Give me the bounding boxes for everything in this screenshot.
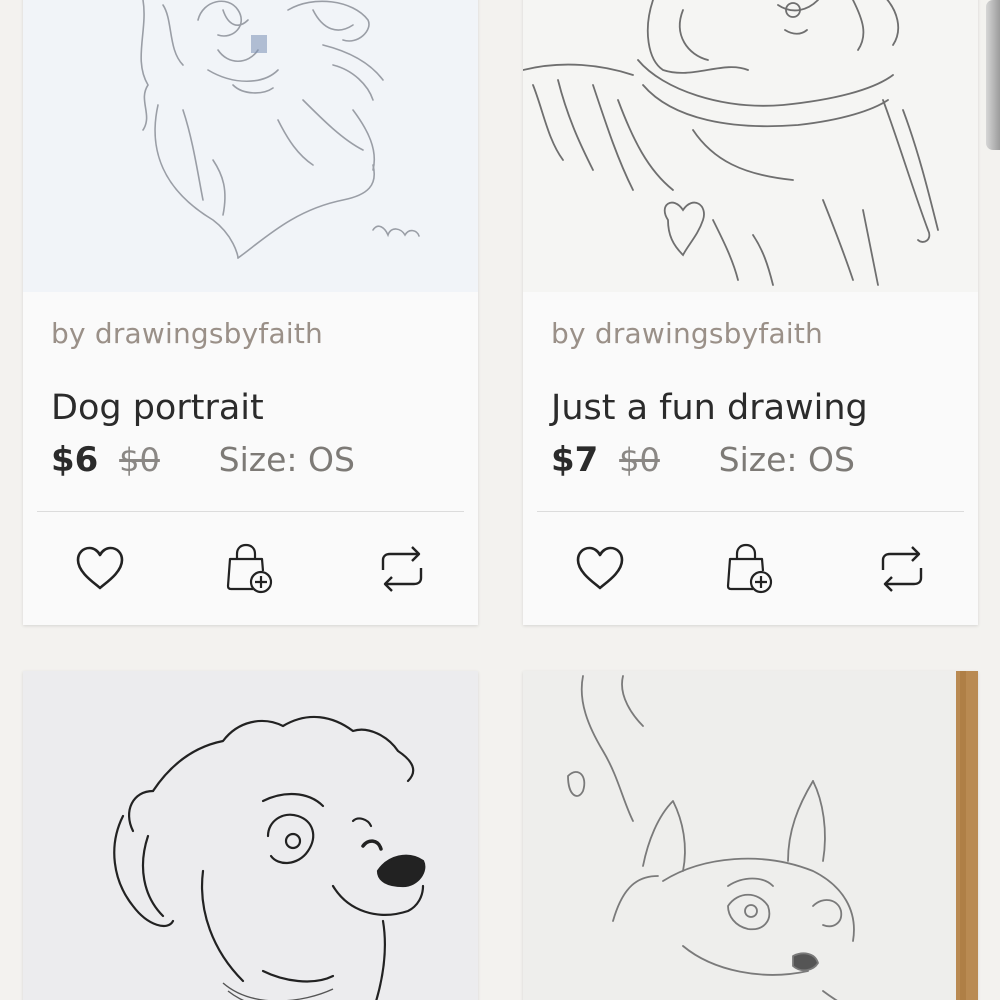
size-value: OS <box>808 440 855 479</box>
heart-icon <box>576 546 624 590</box>
seller-name[interactable]: by drawingsbyfaith <box>51 316 450 352</box>
listing-grid: by drawingsbyfaith Dog portrait $6 $0 Si… <box>0 0 1000 1000</box>
seller-name[interactable]: by drawingsbyfaith <box>551 316 950 352</box>
listing-photo[interactable] <box>23 0 478 292</box>
scrollbar[interactable] <box>986 0 1000 150</box>
listing-actions <box>23 512 478 622</box>
sketch-image <box>523 0 978 292</box>
shopping-bag-add-icon <box>226 543 273 594</box>
listing-price: $7 <box>551 440 599 480</box>
size-label: Size: <box>718 440 798 479</box>
listing-actions <box>523 512 978 622</box>
like-button[interactable] <box>73 542 127 596</box>
heart-icon <box>76 546 124 590</box>
like-button[interactable] <box>573 542 627 596</box>
original-price: $0 <box>119 441 160 479</box>
share-button[interactable] <box>375 542 429 596</box>
add-to-bundle-button[interactable] <box>222 542 276 596</box>
listing-title[interactable]: Just a fun drawing <box>551 386 950 430</box>
original-price: $0 <box>619 441 660 479</box>
repost-icon <box>381 546 423 592</box>
listing-info: by drawingsbyfaith Dog portrait $6 $0 Si… <box>23 316 478 482</box>
size-info: Size: OS <box>719 440 855 479</box>
listing-photo[interactable] <box>523 0 978 292</box>
listing-card[interactable]: by drawingsbyfaith Just a fun drawing $7… <box>523 0 978 625</box>
share-button[interactable] <box>875 542 929 596</box>
price-line: $7 $0 Size: OS <box>551 438 950 482</box>
shopping-bag-add-icon <box>726 543 773 594</box>
listing-photo[interactable] <box>23 671 478 1000</box>
repost-icon <box>881 546 923 592</box>
sketch-image <box>23 671 478 1000</box>
listing-info: by drawingsbyfaith Just a fun drawing $7… <box>523 316 978 482</box>
sketch-image <box>523 671 978 1000</box>
listing-card[interactable] <box>523 671 978 1000</box>
size-label: Size: <box>218 440 298 479</box>
listing-title[interactable]: Dog portrait <box>51 386 450 430</box>
size-info: Size: OS <box>219 440 355 479</box>
price-line: $6 $0 Size: OS <box>51 438 450 482</box>
size-value: OS <box>308 440 355 479</box>
listing-card[interactable] <box>23 671 478 1000</box>
listing-card[interactable]: by drawingsbyfaith Dog portrait $6 $0 Si… <box>23 0 478 625</box>
listing-photo[interactable] <box>523 671 978 1000</box>
add-to-bundle-button[interactable] <box>722 542 776 596</box>
listing-price: $6 <box>51 440 99 480</box>
sketch-image <box>23 0 478 292</box>
